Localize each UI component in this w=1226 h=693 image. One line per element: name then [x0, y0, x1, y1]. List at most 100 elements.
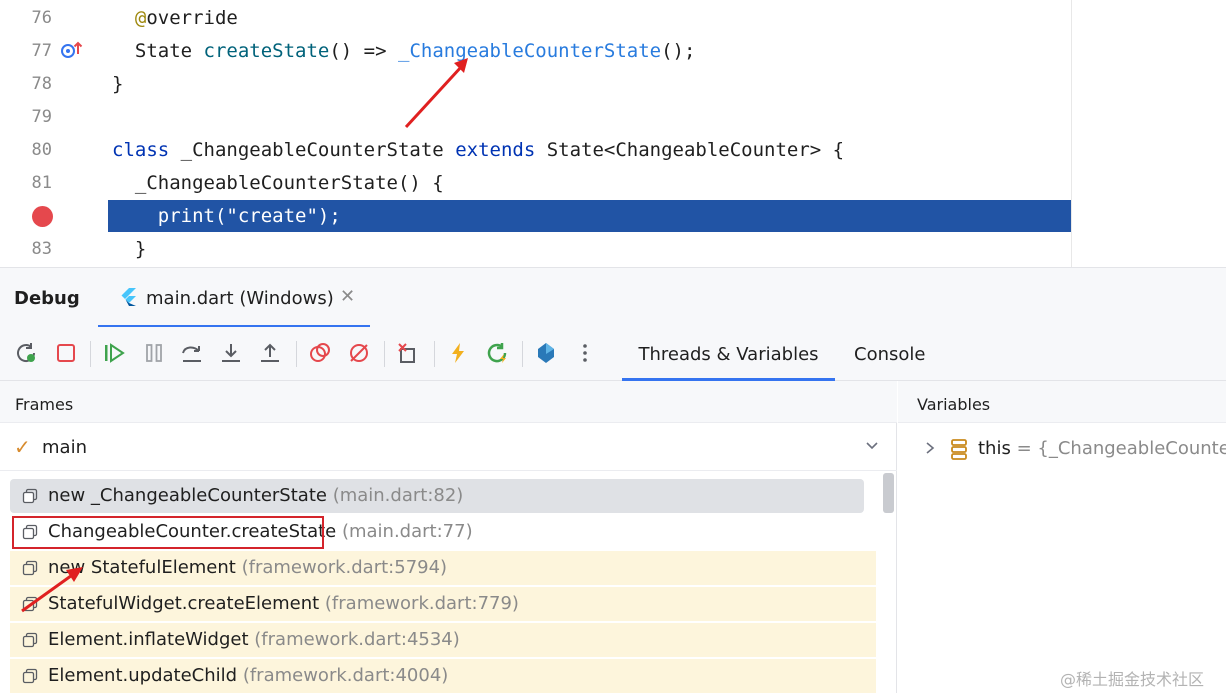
frame-row[interactable]: StatefulWidget.createElement (framework.… — [10, 587, 876, 621]
code-text: State createState() => _ChangeableCounte… — [112, 35, 696, 68]
code-line[interactable]: 79 — [0, 101, 1226, 134]
code-line[interactable]: 81 _ChangeableCounterState() { — [0, 167, 1226, 200]
code-token: class — [112, 139, 170, 161]
step-into-icon[interactable] — [219, 341, 243, 365]
code-line[interactable]: 76 @override — [0, 2, 1226, 35]
frame-row[interactable]: Element.inflateWidget (framework.dart:45… — [10, 623, 876, 657]
rerun-icon[interactable] — [14, 341, 38, 365]
toolbar-separator — [434, 341, 435, 367]
frame-row[interactable]: new _ChangeableCounterState (main.dart:8… — [10, 479, 864, 513]
breakpoint-icon[interactable] — [32, 206, 53, 227]
pause-icon[interactable] — [142, 341, 166, 365]
frame-row[interactable]: new StatefulElement (framework.dart:5794… — [10, 551, 876, 585]
debug-session-tab[interactable]: main.dart (Windows) ✕ — [98, 268, 370, 328]
thread-name: main — [42, 437, 87, 458]
code-token: () => — [329, 40, 398, 62]
code-token: (); — [661, 40, 696, 62]
step-out-icon[interactable] — [258, 341, 282, 365]
frame-location: (framework.dart:5794) — [241, 557, 448, 578]
frame-row[interactable]: Element.updateChild (framework.dart:4004… — [10, 659, 876, 693]
dart-devtools-icon[interactable] — [534, 341, 558, 365]
session-tab-label: main.dart (Windows) — [146, 288, 334, 309]
line-number: 76 — [31, 8, 52, 28]
thread-selector[interactable]: ✓ main — [0, 423, 897, 471]
frame-name: new StatefulElement — [48, 557, 236, 578]
code-text: class _ChangeableCounterState extends St… — [112, 134, 844, 167]
code-token: _ChangeableCounterState — [169, 139, 456, 161]
chevron-down-icon[interactable] — [864, 437, 880, 453]
frames-header: Frames — [0, 381, 897, 423]
view-breakpoints-icon[interactable] — [308, 341, 332, 365]
toolbar-separator — [384, 341, 385, 367]
frame-name: StatefulWidget.createElement — [48, 593, 320, 614]
close-tab-icon[interactable]: ✕ — [340, 286, 355, 307]
code-line[interactable]: 77 State createState() => _ChangeableCou… — [0, 35, 1226, 68]
toolbar-separator — [296, 341, 297, 367]
debug-title: Debug — [14, 288, 80, 309]
code-text: } — [112, 233, 146, 266]
code-text: @override — [112, 2, 238, 35]
check-icon: ✓ — [14, 435, 31, 459]
object-variable-icon — [951, 439, 967, 460]
frames-title: Frames — [15, 395, 74, 414]
line-number: 77 — [31, 41, 52, 61]
frame-location: (framework.dart:4534) — [254, 629, 460, 650]
tab-threads-variables[interactable]: Threads & Variables — [622, 327, 835, 381]
code-editor[interactable]: 76 @override 77 State createState() => _C… — [0, 0, 1226, 267]
frame-location: (main.dart:77) — [341, 521, 473, 542]
code-token: _ChangeableCounterState() { — [112, 172, 444, 194]
toolbar-separator — [522, 341, 523, 367]
variable-name: this — [978, 438, 1011, 459]
code-token: createState — [203, 40, 330, 62]
mute-breakpoints-icon[interactable] — [347, 341, 371, 365]
code-token: _ChangeableCounterState — [398, 40, 662, 62]
code-line[interactable]: 78} — [0, 68, 1226, 101]
frame-location: (main.dart:82) — [332, 485, 464, 506]
hot-restart-icon[interactable] — [396, 341, 420, 365]
more-options-icon[interactable] — [573, 341, 597, 365]
frame-icon — [22, 632, 38, 648]
variable-row[interactable]: this = {_ChangeableCounterS — [898, 433, 1226, 467]
code-token: print("create"); — [112, 205, 341, 227]
stop-icon[interactable] — [54, 341, 78, 365]
variable-value: = {_ChangeableCounterS — [1010, 438, 1226, 459]
frame-location: (framework.dart:779) — [324, 593, 519, 614]
variables-title: Variables — [917, 395, 991, 414]
code-line[interactable]: 80 class _ChangeableCounterState extends … — [0, 134, 1226, 167]
line-number: 78 — [31, 74, 52, 94]
frames-scrollbar-thumb[interactable] — [883, 473, 894, 513]
code-token: State — [112, 40, 204, 62]
override-method-icon[interactable] — [60, 40, 84, 65]
code-token: State<ChangeableCounter> { — [535, 139, 845, 161]
line-number: 79 — [31, 107, 52, 127]
code-text: print("create"); — [112, 200, 341, 233]
flutter-restart-icon[interactable] — [485, 341, 509, 365]
code-token: } — [112, 238, 147, 260]
code-token: } — [112, 73, 124, 95]
debug-tool-window-header: Debug main.dart (Windows) ✕ — [0, 267, 1226, 328]
debug-toolbar: Threads & Variables Console — [0, 327, 1226, 381]
flutter-icon — [121, 288, 136, 306]
step-over-icon[interactable] — [180, 341, 204, 365]
line-number: 83 — [31, 239, 52, 259]
chevron-right-icon[interactable] — [924, 440, 936, 456]
tab-console[interactable]: Console — [854, 327, 925, 381]
frame-icon — [22, 560, 38, 576]
code-token: extends — [455, 139, 536, 161]
code-line[interactable]: 83 } — [0, 233, 1226, 266]
line-number: 81 — [31, 173, 52, 193]
code-text: } — [112, 68, 123, 101]
frame-icon — [22, 668, 38, 684]
resume-icon[interactable] — [102, 341, 126, 365]
code-token: @ — [134, 7, 147, 29]
code-line[interactable]: print("create"); — [0, 200, 1226, 233]
frame-name: new _ChangeableCounterState — [48, 485, 327, 506]
toolbar-separator — [90, 341, 91, 367]
variables-panel: Variables this = {_ChangeableCounterS — [898, 381, 1226, 693]
code-token: override — [146, 7, 238, 29]
variables-header: Variables — [898, 381, 1226, 423]
frame-location: (framework.dart:4004) — [242, 665, 449, 686]
frame-name: Element.inflateWidget — [48, 629, 249, 650]
hot-reload-icon[interactable] — [446, 341, 470, 365]
